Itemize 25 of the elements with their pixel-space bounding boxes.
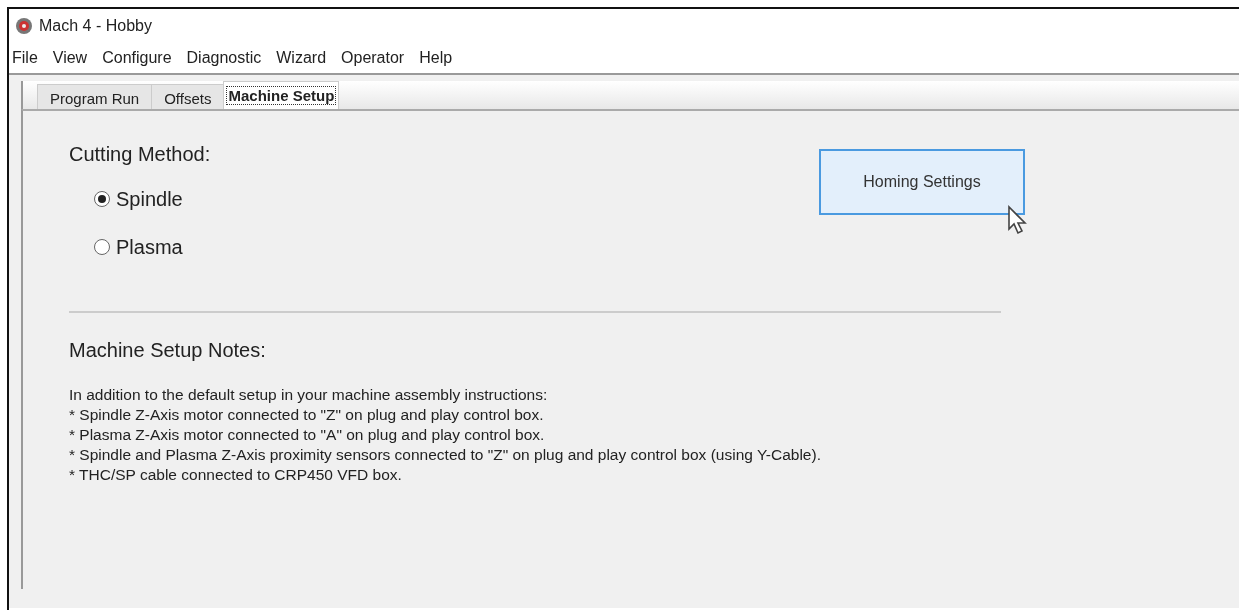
radio-label[interactable]: Plasma [116,232,183,262]
menu-item[interactable]: Configure [101,46,173,70]
menu-item[interactable]: Wizard [275,46,328,70]
menu-item[interactable]: Help [418,46,454,70]
note-line: * Spindle and Plasma Z-Axis proximity sensors connected to "Z" on plug and play control box (using Y-Cable). [69,445,822,465]
menu-item[interactable]: Diagnostic [185,46,263,70]
mouse-pointer-icon [1007,205,1029,235]
radio-label[interactable]: Spindle [116,184,183,214]
section-label: Cutting Method: [69,142,212,167]
menu-item[interactable]: Operator [340,46,406,70]
app-logo-icon [15,17,33,35]
note-line: * Plasma Z-Axis motor connected to "A" on plug and play control box. [69,425,546,445]
homing-settings-button[interactable]: Homing Settings [819,149,1025,215]
section-heading: Machine Setup Notes: [69,338,267,363]
tab[interactable]: Offsets [151,84,225,109]
note-line: * THC/SP cable connected to CRP450 VFD box. [69,465,403,485]
radio-button[interactable] [94,191,110,207]
menu-item[interactable]: File [11,46,39,70]
note-line: * Spindle Z-Axis motor connected to "Z" on plug and play control box. [69,405,545,425]
tab[interactable]: Machine Setup [223,81,340,109]
radio-button[interactable] [94,239,110,255]
menu-item[interactable]: View [51,46,89,70]
window-title: Mach 4 - Hobby [39,16,152,36]
note-line: In addition to the default setup in your machine assembly instructions: [69,385,549,405]
tab[interactable]: Program Run [37,84,153,109]
